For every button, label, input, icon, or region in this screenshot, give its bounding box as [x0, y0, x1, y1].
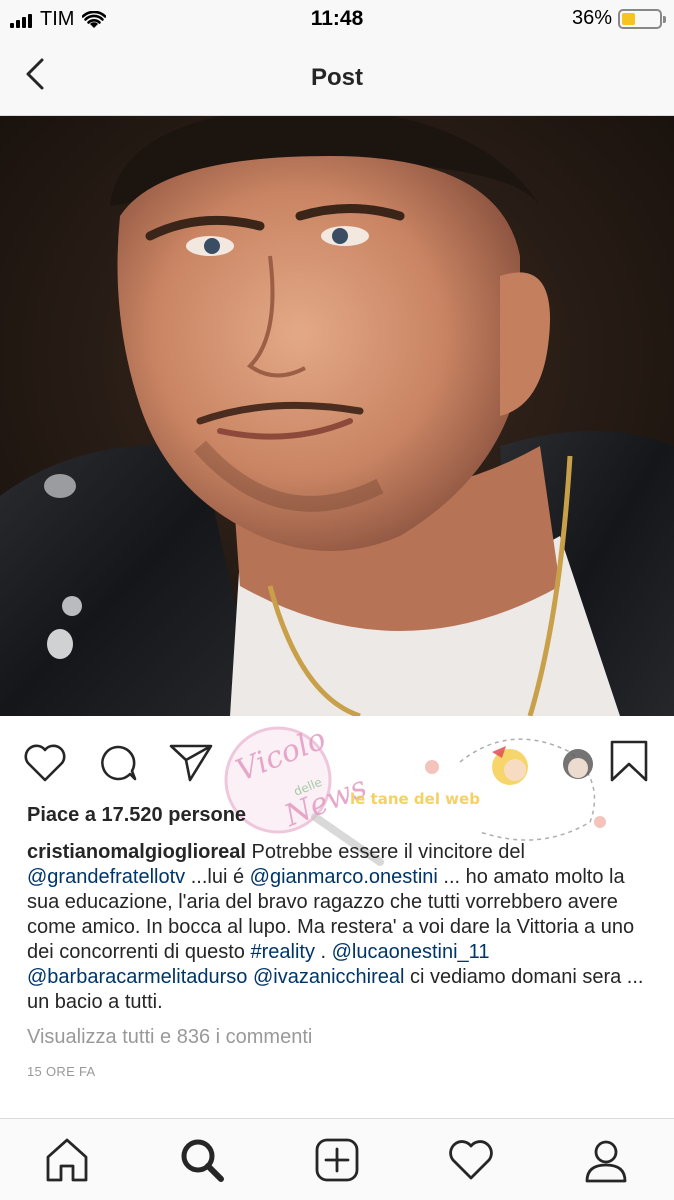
caption-text: ...lui é [185, 866, 250, 888]
post-caption: cristianomalgioglioreal Potrebbe essere … [27, 840, 657, 1015]
likes-count[interactable]: Piace a 17.520 persone [27, 804, 246, 827]
mention-link[interactable]: @lucaonestini_11 [332, 941, 490, 963]
status-bar: TIM 11:48 36% [0, 0, 674, 40]
mention-link[interactable]: @ivazanicchireal [253, 966, 404, 988]
battery-info: 36% [571, 7, 666, 30]
mention-link[interactable]: @grandefratellotv [27, 866, 185, 888]
post-photo[interactable] [0, 116, 674, 716]
add-post-icon[interactable] [312, 1135, 362, 1185]
search-icon[interactable] [177, 1135, 227, 1185]
tab-bar [0, 1118, 674, 1200]
bookmark-icon[interactable] [604, 736, 654, 786]
battery-percent: 36% [571, 7, 612, 29]
heart-icon[interactable] [20, 738, 70, 788]
home-icon[interactable] [42, 1135, 92, 1185]
hashtag-link[interactable]: #reality [250, 941, 314, 963]
view-comments-link[interactable]: Visualizza tutti e 836 i commenti [27, 1026, 312, 1049]
caption-username[interactable]: cristianomalgioglioreal [27, 841, 246, 863]
nav-bar: Post [0, 40, 674, 116]
battery-fill [622, 12, 635, 25]
share-icon[interactable] [166, 736, 216, 786]
profile-icon[interactable] [581, 1135, 631, 1185]
post-actions [0, 730, 674, 790]
page-title: Post [310, 64, 363, 91]
caption-text: . [314, 941, 332, 963]
mention-link[interactable]: @barbaracarmelitadurso [27, 966, 247, 988]
watermark-text-4: le tane del web [350, 790, 480, 808]
caption-text: Potrebbe essere il vincitore del [245, 841, 526, 863]
activity-heart-icon[interactable] [446, 1135, 496, 1185]
battery-icon [618, 8, 666, 29]
portrait-image [0, 116, 674, 716]
mention-link[interactable]: @gianmarco.onestini [250, 866, 438, 888]
comment-icon[interactable] [93, 738, 143, 788]
post-timestamp: 15 ORE FA [27, 1064, 96, 1079]
